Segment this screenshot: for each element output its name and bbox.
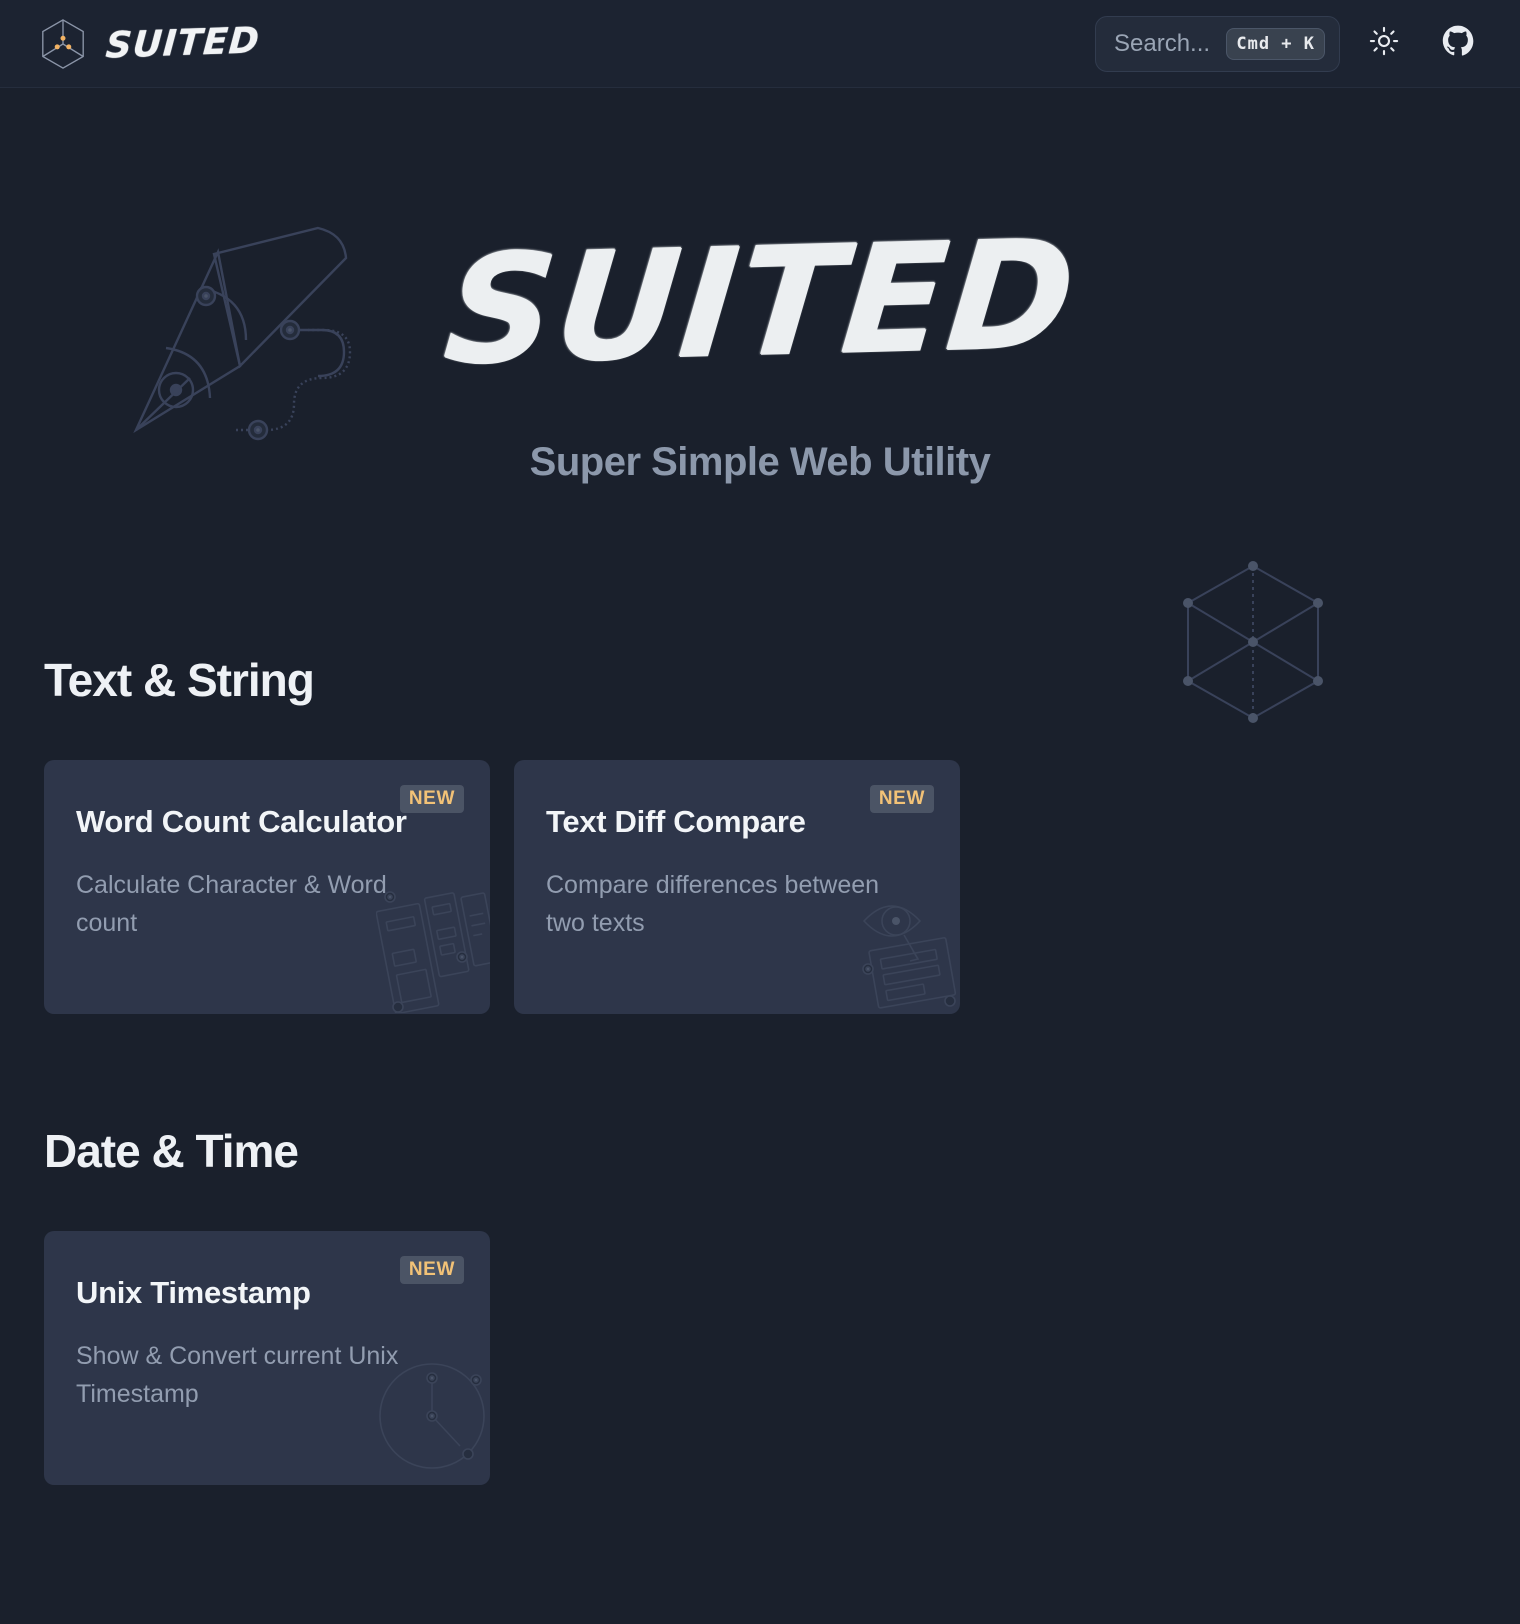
card-title: Text Diff Compare (546, 804, 806, 839)
app-header: SUITED Search... Cmd + K (0, 0, 1520, 88)
card-grid: NEW Word Count Calculator Calculate Char… (44, 760, 1476, 1014)
card-description: Calculate Character & Word count (76, 871, 387, 937)
search-input[interactable]: Search... Cmd + K (1095, 15, 1340, 72)
hex-cube-icon (38, 17, 88, 71)
brand-logo[interactable]: SUITED (38, 17, 262, 71)
search-placeholder: Search... (1114, 29, 1211, 57)
card-grid: NEW Unix Timestamp Show & Convert curren… (44, 1231, 1476, 1485)
search-shortcut-badge: Cmd + K (1226, 27, 1325, 60)
brand-name: SUITED (104, 20, 262, 67)
tool-sections: Text & String NEW Word Count Calculator … (0, 653, 1520, 1485)
header-actions: Search... Cmd + K (1095, 14, 1488, 74)
tool-card-text-diff-compare[interactable]: NEW Text Diff Compare Compare difference… (514, 760, 960, 1014)
theme-toggle-button[interactable] (1354, 14, 1414, 74)
hero-logo-text: SUITED (437, 207, 1083, 399)
fountain-pen-icon (118, 218, 358, 453)
card-description: Compare differences between two texts (546, 871, 880, 937)
section-date-time: Date & Time NEW Unix Timestamp Show & Co… (44, 1124, 1476, 1485)
tool-card-word-count-calculator[interactable]: NEW Word Count Calculator Calculate Char… (44, 760, 490, 1014)
tool-card-unix-timestamp[interactable]: NEW Unix Timestamp Show & Convert curren… (44, 1231, 490, 1485)
card-title: Word Count Calculator (76, 804, 407, 839)
card-description: Show & Convert current Unix Timestamp (76, 1342, 399, 1408)
github-icon (1442, 25, 1474, 62)
hero-section: SUITED Super Simple Web Utility (0, 88, 1520, 723)
sun-icon (1369, 26, 1399, 61)
github-link-button[interactable] (1428, 14, 1488, 74)
hero-subtitle: Super Simple Web Utility (529, 440, 991, 484)
card-title: Unix Timestamp (76, 1275, 311, 1310)
hexagon-wireframe-icon (1178, 558, 1328, 733)
section-title: Date & Time (44, 1125, 299, 1177)
